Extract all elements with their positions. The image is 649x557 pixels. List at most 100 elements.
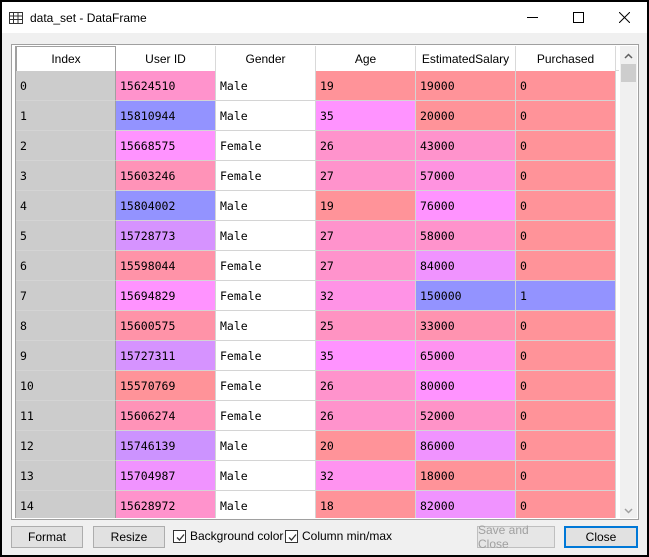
cell-index[interactable]: 0 bbox=[16, 71, 116, 101]
cell-purchased[interactable]: 1 bbox=[516, 281, 616, 311]
cell-estimated-salary[interactable]: 33000 bbox=[416, 311, 516, 341]
checkbox-box[interactable] bbox=[173, 529, 186, 543]
cell-estimated-salary[interactable]: 84000 bbox=[416, 251, 516, 281]
cell-gender[interactable]: Female bbox=[216, 401, 316, 431]
cell-age[interactable]: 27 bbox=[316, 161, 416, 191]
cell-gender[interactable]: Female bbox=[216, 281, 316, 311]
cell-gender[interactable]: Male bbox=[216, 71, 316, 101]
cell-estimated-salary[interactable]: 86000 bbox=[416, 431, 516, 461]
cell-index[interactable]: 2 bbox=[16, 131, 116, 161]
cell-gender[interactable]: Female bbox=[216, 131, 316, 161]
cell-purchased[interactable]: 0 bbox=[516, 101, 616, 131]
cell-index[interactable]: 4 bbox=[16, 191, 116, 221]
cell-purchased[interactable]: 0 bbox=[516, 431, 616, 461]
cell-index[interactable]: 7 bbox=[16, 281, 116, 311]
cell-gender[interactable]: Male bbox=[216, 431, 316, 461]
close-window-button[interactable] bbox=[601, 2, 647, 33]
cell-estimated-salary[interactable]: 18000 bbox=[416, 461, 516, 491]
cell-age[interactable]: 20 bbox=[316, 431, 416, 461]
cell-user-id[interactable]: 15668575 bbox=[116, 131, 216, 161]
cell-gender[interactable]: Male bbox=[216, 461, 316, 491]
save-and-close-button[interactable]: Save and Close bbox=[477, 523, 555, 551]
cell-gender[interactable]: Male bbox=[216, 221, 316, 251]
cell-age[interactable]: 25 bbox=[316, 311, 416, 341]
cell-purchased[interactable]: 0 bbox=[516, 71, 616, 101]
cell-estimated-salary[interactable]: 150000 bbox=[416, 281, 516, 311]
checkbox-box[interactable] bbox=[285, 529, 298, 543]
background-color-checkbox[interactable]: Background color bbox=[173, 529, 283, 543]
cell-estimated-salary[interactable]: 43000 bbox=[416, 131, 516, 161]
cell-user-id[interactable]: 15624510 bbox=[116, 71, 216, 101]
cell-age[interactable]: 32 bbox=[316, 281, 416, 311]
column-header-estimated-salary[interactable]: EstimatedSalary bbox=[416, 46, 516, 71]
cell-index[interactable]: 1 bbox=[16, 101, 116, 131]
cell-user-id[interactable]: 15694829 bbox=[116, 281, 216, 311]
cell-estimated-salary[interactable]: 19000 bbox=[416, 71, 516, 101]
cell-index[interactable]: 12 bbox=[16, 431, 116, 461]
cell-age[interactable]: 26 bbox=[316, 371, 416, 401]
cell-estimated-salary[interactable]: 65000 bbox=[416, 341, 516, 371]
scroll-down-button[interactable] bbox=[620, 501, 637, 518]
cell-estimated-salary[interactable]: 76000 bbox=[416, 191, 516, 221]
cell-user-id[interactable]: 15704987 bbox=[116, 461, 216, 491]
cell-gender[interactable]: Female bbox=[216, 341, 316, 371]
cell-user-id[interactable]: 15570769 bbox=[116, 371, 216, 401]
cell-user-id[interactable]: 15804002 bbox=[116, 191, 216, 221]
cell-index[interactable]: 9 bbox=[16, 341, 116, 371]
cell-gender[interactable]: Male bbox=[216, 311, 316, 341]
cell-user-id[interactable]: 15727311 bbox=[116, 341, 216, 371]
cell-age[interactable]: 27 bbox=[316, 221, 416, 251]
cell-estimated-salary[interactable]: 52000 bbox=[416, 401, 516, 431]
cell-estimated-salary[interactable]: 57000 bbox=[416, 161, 516, 191]
maximize-button[interactable] bbox=[555, 2, 601, 33]
scrollbar-thumb[interactable] bbox=[621, 64, 636, 82]
cell-gender[interactable]: Female bbox=[216, 251, 316, 281]
cell-user-id[interactable]: 15603246 bbox=[116, 161, 216, 191]
cell-gender[interactable]: Female bbox=[216, 161, 316, 191]
cell-purchased[interactable]: 0 bbox=[516, 461, 616, 491]
cell-age[interactable]: 26 bbox=[316, 401, 416, 431]
format-button[interactable]: Format bbox=[11, 526, 83, 548]
cell-purchased[interactable]: 0 bbox=[516, 311, 616, 341]
cell-age[interactable]: 35 bbox=[316, 101, 416, 131]
cell-purchased[interactable]: 0 bbox=[516, 341, 616, 371]
column-header-gender[interactable]: Gender bbox=[216, 46, 316, 71]
cell-index[interactable]: 14 bbox=[16, 491, 116, 518]
cell-user-id[interactable]: 15810944 bbox=[116, 101, 216, 131]
cell-purchased[interactable]: 0 bbox=[516, 131, 616, 161]
cell-gender[interactable]: Male bbox=[216, 101, 316, 131]
title-bar[interactable]: data_set - DataFrame bbox=[2, 2, 647, 33]
minimize-button[interactable] bbox=[509, 2, 555, 33]
cell-user-id[interactable]: 15728773 bbox=[116, 221, 216, 251]
close-button[interactable]: Close bbox=[564, 526, 638, 548]
cell-age[interactable]: 18 bbox=[316, 491, 416, 518]
cell-index[interactable]: 11 bbox=[16, 401, 116, 431]
cell-user-id[interactable]: 15598044 bbox=[116, 251, 216, 281]
cell-index[interactable]: 6 bbox=[16, 251, 116, 281]
cell-index[interactable]: 10 bbox=[16, 371, 116, 401]
cell-gender[interactable]: Male bbox=[216, 491, 316, 518]
cell-user-id[interactable]: 15746139 bbox=[116, 431, 216, 461]
resize-button[interactable]: Resize bbox=[93, 526, 165, 548]
cell-user-id[interactable]: 15628972 bbox=[116, 491, 216, 518]
cell-purchased[interactable]: 0 bbox=[516, 491, 616, 518]
cell-purchased[interactable]: 0 bbox=[516, 191, 616, 221]
column-header-user-id[interactable]: User ID bbox=[116, 46, 216, 71]
cell-estimated-salary[interactable]: 82000 bbox=[416, 491, 516, 518]
cell-index[interactable]: 13 bbox=[16, 461, 116, 491]
cell-gender[interactable]: Male bbox=[216, 191, 316, 221]
cell-purchased[interactable]: 0 bbox=[516, 251, 616, 281]
cell-purchased[interactable]: 0 bbox=[516, 401, 616, 431]
cell-age[interactable]: 32 bbox=[316, 461, 416, 491]
cell-age[interactable]: 35 bbox=[316, 341, 416, 371]
column-header-index[interactable]: Index bbox=[16, 46, 116, 71]
cell-index[interactable]: 5 bbox=[16, 221, 116, 251]
cell-age[interactable]: 19 bbox=[316, 191, 416, 221]
cell-gender[interactable]: Female bbox=[216, 371, 316, 401]
column-minmax-checkbox[interactable]: Column min/max bbox=[285, 529, 392, 543]
cell-index[interactable]: 8 bbox=[16, 311, 116, 341]
cell-user-id[interactable]: 15606274 bbox=[116, 401, 216, 431]
cell-estimated-salary[interactable]: 58000 bbox=[416, 221, 516, 251]
scroll-up-button[interactable] bbox=[620, 46, 637, 63]
cell-user-id[interactable]: 15600575 bbox=[116, 311, 216, 341]
